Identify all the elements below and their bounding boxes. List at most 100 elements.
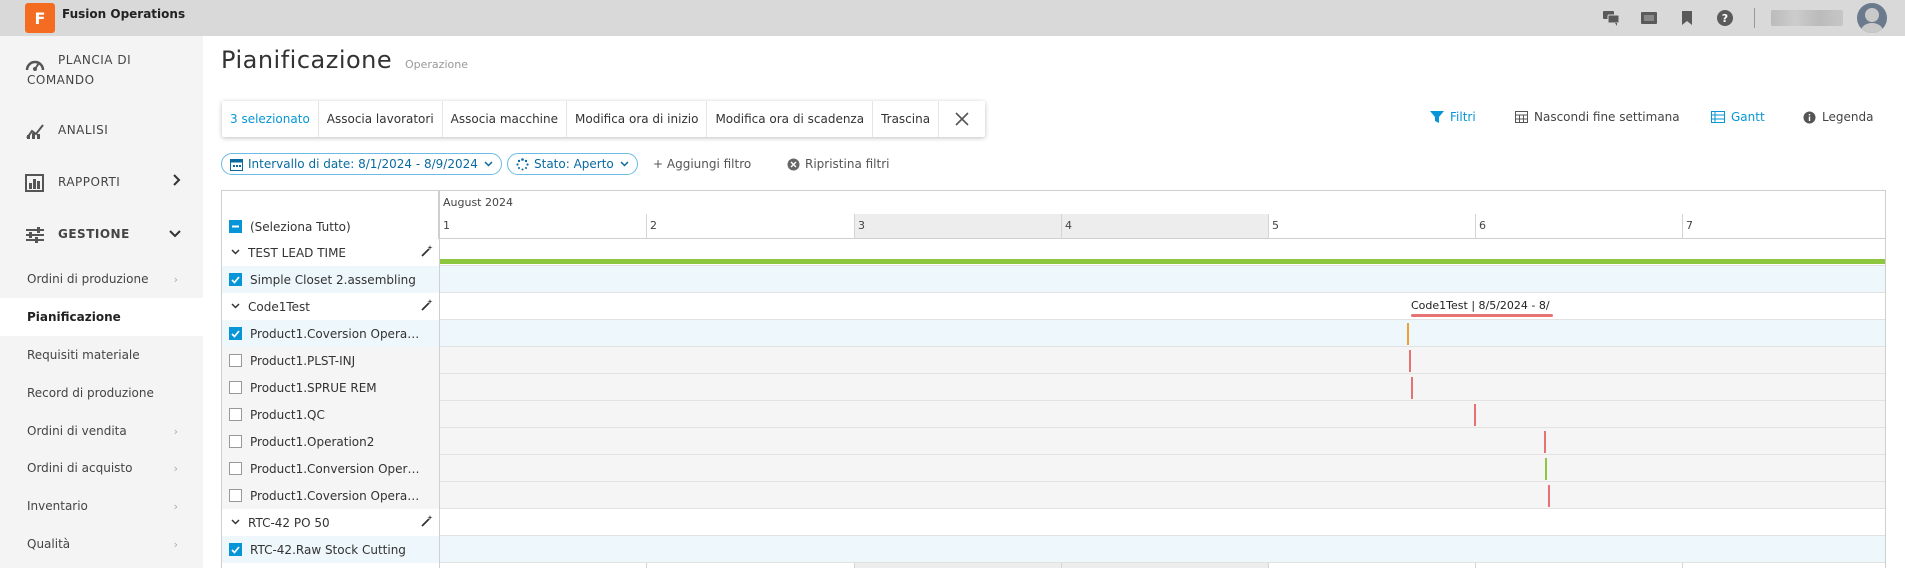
sidebar-item-label: Pianificazione [27, 310, 121, 324]
legend-label: Legenda [1822, 110, 1874, 124]
add-filter-button[interactable]: + Aggiungi filtro [653, 157, 751, 171]
sidebar-sub-ordini-acquisto[interactable]: Ordini di acquisto › [0, 449, 203, 487]
status-filter[interactable]: Stato: Aperto [507, 153, 638, 175]
fusion-logo[interactable]: F [25, 3, 55, 33]
spinner-icon [516, 157, 529, 171]
task-bar[interactable] [1544, 431, 1546, 453]
group-bar-label[interactable]: Code1Test | 8/5/2024 - 8/ [1411, 299, 1550, 312]
sidebar-item-gestione[interactable]: GESTIONE [0, 224, 203, 246]
sidebar-sub-record[interactable]: Record di produzione [0, 374, 203, 412]
row-label: RTC-42 PO 50 [222, 509, 439, 536]
row-label: Simple Closet 2.assembling [222, 266, 439, 293]
task-row[interactable]: RTC-42.Raw Stock Cutting [222, 536, 1885, 563]
sidebar-item-rapporti[interactable]: RAPPORTI [0, 172, 203, 194]
sidebar-item-label: Requisiti materiale [27, 348, 140, 362]
row-label: Product1.Operation2 [222, 428, 439, 455]
month-label: August 2024 [443, 196, 513, 209]
assign-workers-button[interactable]: Associa lavoratori [319, 101, 443, 137]
help-icon[interactable]: ? [1716, 9, 1734, 27]
task-row[interactable]: Product1.Coversion Operati… [222, 320, 1885, 347]
chevron-down-icon[interactable] [231, 301, 240, 312]
row-label: Product1.Coversion Operati… [222, 320, 439, 347]
status-label: Stato: Aperto [534, 157, 614, 171]
group-row[interactable]: RTC-42 PO 50 [222, 509, 1885, 536]
task-label: Product1.Conversion Operat… [250, 461, 420, 476]
row-checkbox[interactable] [229, 354, 242, 367]
chat-icon[interactable] [1602, 9, 1620, 27]
hide-weekend-button[interactable]: Nascondi fine settimana [1515, 110, 1680, 124]
row-checkbox[interactable] [229, 273, 242, 286]
group-bar[interactable] [1411, 314, 1553, 317]
sidebar-sub-inventario[interactable]: Inventario › [0, 487, 203, 525]
edit-start-time-button[interactable]: Modifica ora di inizio [567, 101, 708, 137]
task-bar[interactable] [1545, 458, 1547, 480]
select-all-label: (Seleziona Tutto) [250, 219, 351, 234]
edit-due-time-button[interactable]: Modifica ora di scadenza [707, 101, 874, 137]
top-bar: F Fusion Operations ? [0, 0, 1905, 36]
sidebar-sub-ordini-vendita[interactable]: Ordini di vendita › [0, 412, 203, 450]
day-label: 2 [650, 219, 657, 232]
chevron-right-icon: › [173, 537, 178, 551]
magic-wand-icon[interactable] [421, 515, 433, 530]
task-label: Product1.Coversion Operati… [250, 326, 420, 341]
select-all-checkbox[interactable] [229, 220, 242, 233]
filters-button[interactable]: Filtri [1430, 110, 1476, 124]
info-icon [1803, 111, 1816, 124]
chevron-down-icon[interactable] [231, 517, 240, 528]
chevron-down-icon[interactable] [231, 247, 240, 258]
row-checkbox[interactable] [229, 462, 242, 475]
row-checkbox[interactable] [229, 489, 242, 502]
sidebar-item-analisi[interactable]: ANALISI [0, 120, 203, 142]
group-summary-bar[interactable] [439, 259, 1885, 264]
row-checkbox[interactable] [229, 381, 242, 394]
row-checkbox[interactable] [229, 408, 242, 421]
chevron-right-icon [173, 174, 181, 189]
bookmark-icon[interactable] [1678, 9, 1696, 27]
close-icon[interactable] [939, 101, 985, 137]
sidebar-item-plancia[interactable]: PLANCIA DI COMANDO [0, 50, 203, 92]
task-row[interactable]: Product1.Operation2 [222, 428, 1885, 455]
magic-wand-icon[interactable] [421, 299, 433, 314]
day-label: 4 [1065, 219, 1072, 232]
task-bar[interactable] [1474, 404, 1476, 426]
magic-wand-icon[interactable] [421, 245, 433, 260]
selected-count[interactable]: 3 selezionato [222, 101, 319, 137]
left-column-divider [439, 191, 440, 568]
drag-button[interactable]: Trascina [873, 101, 940, 137]
task-row[interactable]: Simple Closet 2.assembling [222, 266, 1885, 293]
row-checkbox[interactable] [229, 435, 242, 448]
task-row[interactable]: Product1.Coversion Operati… [222, 482, 1885, 509]
sidebar-sub-ordini-produzione[interactable]: Ordini di produzione › [0, 260, 203, 298]
avatar[interactable] [1857, 3, 1887, 33]
group-row[interactable]: Code1Test Code1Test | 8/5/2024 - 8/ [222, 293, 1885, 320]
chevron-right-icon: › [173, 272, 178, 286]
task-row[interactable]: Product1.Conversion Operat… [222, 455, 1885, 482]
page-title: Pianificazione [221, 46, 393, 74]
row-checkbox[interactable] [229, 543, 242, 556]
gantt-view-button[interactable]: Gantt [1711, 110, 1765, 124]
reset-filters-button[interactable]: Ripristina filtri [787, 157, 890, 171]
task-row[interactable]: Product1.PLST-INJ [222, 347, 1885, 374]
task-bar[interactable] [1411, 377, 1413, 399]
task-bar[interactable] [1548, 485, 1550, 507]
task-bar[interactable] [1407, 323, 1409, 345]
sidebar-sub-pianificazione[interactable]: Pianificazione [0, 298, 203, 336]
task-row[interactable]: Product1.SPRUE REM [222, 374, 1885, 401]
display-icon[interactable] [1640, 9, 1658, 27]
sidebar-sub-qualita[interactable]: Qualità › [0, 525, 203, 563]
legend-button[interactable]: Legenda [1803, 110, 1873, 124]
gantt-chart: August 2024 1 2 3 4 5 6 7 (Seleziona Tut… [221, 190, 1886, 568]
date-range-filter[interactable]: Intervallo di date: 8/1/2024 - 8/9/2024 [221, 153, 502, 175]
svg-text:?: ? [1722, 12, 1728, 25]
assign-machines-button[interactable]: Associa macchine [443, 101, 567, 137]
task-bar[interactable] [1409, 350, 1411, 372]
selection-toolbar: 3 selezionato Associa lavoratori Associa… [222, 101, 986, 137]
task-row[interactable]: Product1.QC [222, 401, 1885, 428]
close-circle-icon [787, 158, 800, 171]
sidebar-sub-requisiti[interactable]: Requisiti materiale [0, 336, 203, 374]
group-label: Code1Test [248, 299, 310, 314]
group-label: RTC-42 PO 50 [248, 515, 330, 530]
select-all-row[interactable]: (Seleziona Tutto) [222, 214, 439, 239]
row-label: Code1Test [222, 293, 439, 320]
row-checkbox[interactable] [229, 327, 242, 340]
